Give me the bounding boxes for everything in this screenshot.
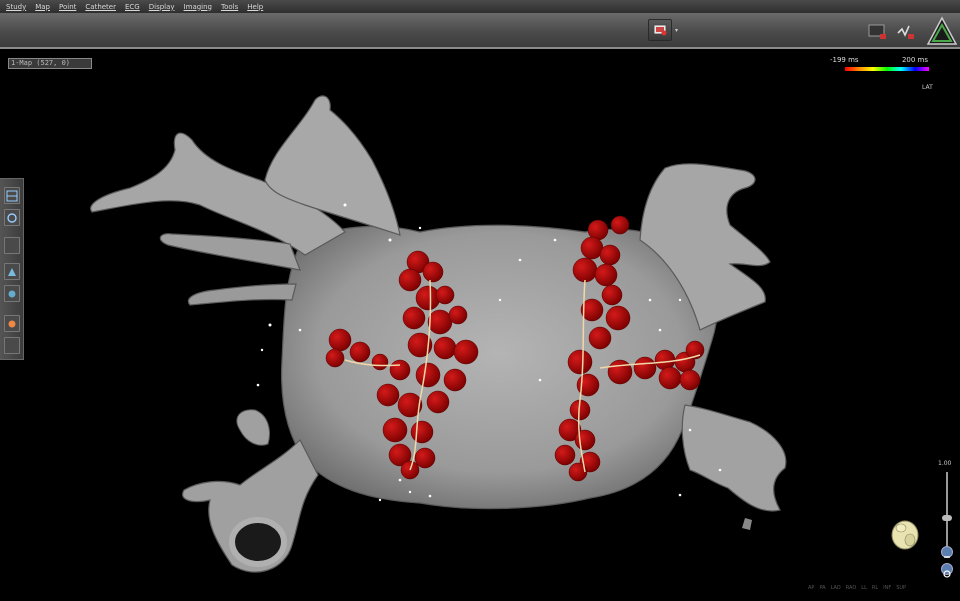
blank-button[interactable] bbox=[4, 237, 20, 254]
vein-ostium bbox=[229, 517, 287, 567]
rotate-button[interactable] bbox=[4, 209, 20, 226]
map-icon bbox=[8, 267, 16, 276]
menu-study[interactable]: Study bbox=[6, 3, 26, 11]
tool-side-panel bbox=[0, 178, 24, 360]
catheter-icon bbox=[8, 290, 16, 297]
heart-orientation-icon[interactable] bbox=[891, 520, 919, 550]
rotate-icon bbox=[7, 212, 17, 223]
chevron-down-icon[interactable]: ▾ bbox=[675, 27, 678, 34]
toolbar: ▾ bbox=[0, 13, 960, 49]
refresh-icon bbox=[943, 570, 951, 578]
layout-button[interactable] bbox=[4, 187, 20, 204]
zoom-control: 1.00 bbox=[938, 460, 956, 580]
menu-catheter[interactable]: Catheter bbox=[85, 3, 116, 11]
menu-point[interactable]: Point bbox=[59, 3, 76, 11]
blank-icon bbox=[6, 340, 18, 352]
zoom-track[interactable] bbox=[946, 472, 948, 548]
menu-display[interactable]: Display bbox=[149, 3, 175, 11]
anatomy-3d-viewport[interactable] bbox=[0, 51, 960, 601]
logo-icon bbox=[926, 16, 958, 45]
view-sup[interactable]: SUP bbox=[896, 585, 906, 591]
view-lao[interactable]: LAO bbox=[831, 585, 841, 591]
view-inf[interactable]: INF bbox=[883, 585, 891, 591]
blank-button-2[interactable] bbox=[4, 337, 20, 354]
zoom-fit-button[interactable] bbox=[941, 563, 953, 578]
snapshot-button[interactable] bbox=[648, 19, 672, 41]
view-pa[interactable]: PA bbox=[819, 585, 825, 591]
view-presets: AP PA LAO RAO LL RL INF SUP bbox=[808, 585, 906, 591]
map-button[interactable] bbox=[4, 263, 20, 280]
view-rl[interactable]: RL bbox=[872, 585, 878, 591]
appendage-stub bbox=[236, 409, 270, 446]
snapshot-icon bbox=[653, 24, 667, 36]
minus-icon bbox=[944, 556, 950, 558]
vein-lower-right[interactable] bbox=[681, 404, 787, 512]
zoom-value: 1.00 bbox=[938, 460, 952, 467]
catheter-button[interactable] bbox=[4, 285, 20, 302]
menu-ecg[interactable]: ECG bbox=[125, 3, 140, 11]
point-button[interactable] bbox=[4, 315, 20, 332]
view-rao[interactable]: RAO bbox=[846, 585, 857, 591]
menu-bar: Study Map Point Catheter ECG Display Ima… bbox=[0, 0, 960, 13]
menu-map[interactable]: Map bbox=[35, 3, 50, 11]
signal-icon[interactable] bbox=[896, 23, 916, 41]
menu-tools[interactable]: Tools bbox=[221, 3, 238, 11]
menu-imaging[interactable]: Imaging bbox=[184, 3, 212, 11]
view-ll[interactable]: LL bbox=[861, 585, 867, 591]
vein-left-lower[interactable] bbox=[187, 283, 297, 306]
layout-icon bbox=[6, 190, 18, 201]
blank-icon bbox=[6, 240, 18, 252]
zoom-thumb[interactable] bbox=[942, 514, 952, 521]
monitor-icon[interactable] bbox=[868, 23, 888, 41]
point-icon bbox=[8, 320, 16, 327]
zoom-out-button[interactable] bbox=[941, 546, 953, 558]
view-ap[interactable]: AP bbox=[808, 585, 814, 591]
sensor-marker-icon bbox=[742, 518, 752, 530]
menu-help[interactable]: Help bbox=[247, 3, 263, 11]
